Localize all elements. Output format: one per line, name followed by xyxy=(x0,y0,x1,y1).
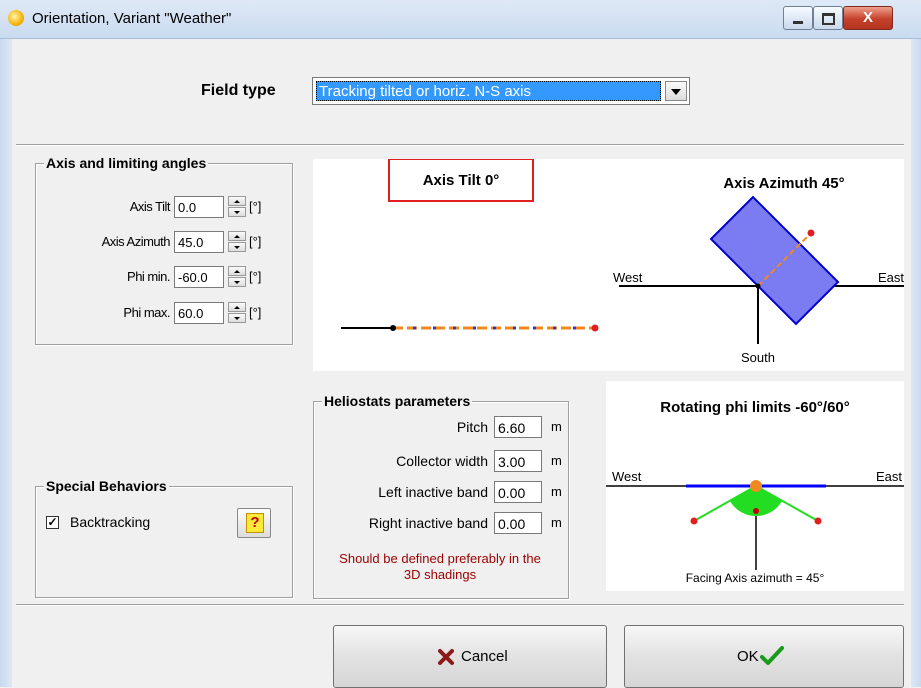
phi-limits-panel: Rotating phi limits -60°/60° West East F… xyxy=(606,381,904,591)
minimize-button[interactable] xyxy=(783,6,813,30)
phi-caption: Facing Axis azimuth = 45° xyxy=(686,571,825,585)
left-inactive-band-input[interactable]: 0.00 xyxy=(494,481,542,503)
heliostats-note-line2: 3D shadings xyxy=(403,567,477,582)
spin-up-icon[interactable] xyxy=(228,302,246,312)
axis-tilt-spinner[interactable] xyxy=(228,196,246,218)
spin-up-icon[interactable] xyxy=(228,196,246,206)
phi-limits-title: Rotating phi limits -60°/60° xyxy=(660,399,850,416)
cancel-x-icon xyxy=(438,649,454,665)
phi-east-label: East xyxy=(876,469,902,484)
ok-checkmark-icon xyxy=(760,646,784,665)
pitch-label: Pitch xyxy=(456,419,488,435)
phi-max-point xyxy=(814,517,822,525)
right-inactive-band-label: Right inactive band xyxy=(368,515,488,531)
phi-max-input[interactable]: 60.0 xyxy=(174,302,224,324)
sun-app-icon xyxy=(8,10,24,26)
phi-max-label: Phi max. xyxy=(123,305,170,320)
close-button[interactable]: X xyxy=(843,6,893,30)
field-type-value: Tracking tilted or horiz. N-S axis xyxy=(316,81,661,101)
pitch-input[interactable]: 6.60 xyxy=(494,416,542,438)
separator-top xyxy=(16,144,904,146)
phi-max-spinner[interactable] xyxy=(228,302,246,324)
ok-button[interactable]: OK xyxy=(624,625,904,688)
axis-azimuth-spinner[interactable] xyxy=(228,231,246,253)
azimuth-pivot-point xyxy=(755,283,761,289)
spin-down-icon[interactable] xyxy=(228,313,246,323)
orientation-diagram: Axis Tilt 0° Axis Azimuth 45° West East … xyxy=(341,159,904,365)
left-window-border xyxy=(0,38,12,687)
backtracking-label[interactable]: Backtracking xyxy=(70,514,150,530)
axis-azimuth-title: Axis Azimuth 45° xyxy=(723,175,844,192)
spin-down-icon[interactable] xyxy=(228,207,246,217)
west-label: West xyxy=(613,270,643,285)
heliostats-note: Should be defined preferably in the 3D s… xyxy=(314,551,566,583)
phi-pivot-point xyxy=(750,480,762,492)
phi-center-point xyxy=(753,508,759,514)
left-inactive-band-unit: m xyxy=(551,484,562,499)
dropdown-arrow-icon[interactable] xyxy=(665,81,687,101)
tilt-pivot-point xyxy=(390,325,396,331)
title-bar[interactable]: Orientation, Variant "Weather" X xyxy=(0,0,921,39)
spin-down-icon[interactable] xyxy=(228,277,246,287)
axis-tilt-label: Axis Tilt xyxy=(129,199,171,214)
heliostats-group-title: Heliostats parameters xyxy=(322,393,473,409)
spin-up-icon[interactable] xyxy=(228,231,246,241)
axis-azimuth-label: Axis Azimuth xyxy=(101,234,171,249)
maximize-icon xyxy=(822,13,835,25)
phi-min-spinner[interactable] xyxy=(228,266,246,288)
right-window-border xyxy=(911,38,921,687)
east-label: East xyxy=(878,270,904,285)
maximize-button[interactable] xyxy=(813,6,843,30)
help-button[interactable]: ? xyxy=(237,508,271,538)
pitch-unit: m xyxy=(551,419,562,434)
minimize-icon xyxy=(793,21,803,24)
left-inactive-band-label: Left inactive band xyxy=(378,484,488,500)
right-inactive-band-unit: m xyxy=(551,515,562,530)
collector-width-input[interactable]: 3.00 xyxy=(494,450,542,472)
spin-down-icon[interactable] xyxy=(228,242,246,252)
collector-width-label: Collector width xyxy=(396,453,488,469)
orientation-diagram-panel: Axis Tilt 0° Axis Azimuth 45° West East … xyxy=(313,159,904,371)
phi-max-unit: [°] xyxy=(249,305,262,320)
phi-min-input[interactable]: -60.0 xyxy=(174,266,224,288)
tilt-end-point xyxy=(591,324,599,332)
phi-min-point xyxy=(690,517,698,525)
backtracking-checkbox[interactable]: ✓ xyxy=(46,516,59,529)
axis-tilt-title: Axis Tilt 0° xyxy=(423,172,500,189)
field-type-label: Field type xyxy=(201,82,276,99)
axis-azimuth-unit: [°] xyxy=(249,234,262,249)
window-title: Orientation, Variant "Weather" xyxy=(32,10,232,27)
azimuth-end-point xyxy=(807,229,815,237)
phi-limits-diagram: Rotating phi limits -60°/60° West East F… xyxy=(606,399,904,586)
axis-azimuth-input[interactable]: 45.0 xyxy=(174,231,224,253)
collector-width-unit: m xyxy=(551,453,562,468)
help-icon: ? xyxy=(246,513,264,533)
heliostats-note-line1: Should be defined preferably in the xyxy=(339,551,541,566)
south-label: South xyxy=(741,350,775,365)
axis-group-title: Axis and limiting angles xyxy=(44,155,209,171)
close-icon: X xyxy=(862,9,873,26)
phi-min-unit: [°] xyxy=(249,269,262,284)
cancel-button[interactable]: Cancel xyxy=(333,625,607,688)
phi-min-label: Phi min. xyxy=(127,269,170,284)
ok-label: OK xyxy=(737,648,759,665)
axis-tilt-input[interactable]: 0.0 xyxy=(174,196,224,218)
right-inactive-band-input[interactable]: 0.00 xyxy=(494,512,542,534)
spin-up-icon[interactable] xyxy=(228,266,246,276)
cancel-label: Cancel xyxy=(461,648,508,665)
field-type-select[interactable]: Tracking tilted or horiz. N-S axis xyxy=(312,77,690,105)
special-behaviors-group: Special Behaviors xyxy=(35,478,293,598)
separator-bottom xyxy=(16,604,904,606)
axis-tilt-unit: [°] xyxy=(249,199,262,214)
special-behaviors-title: Special Behaviors xyxy=(44,478,169,494)
collector-panel-shape xyxy=(709,195,840,326)
phi-west-label: West xyxy=(612,469,642,484)
